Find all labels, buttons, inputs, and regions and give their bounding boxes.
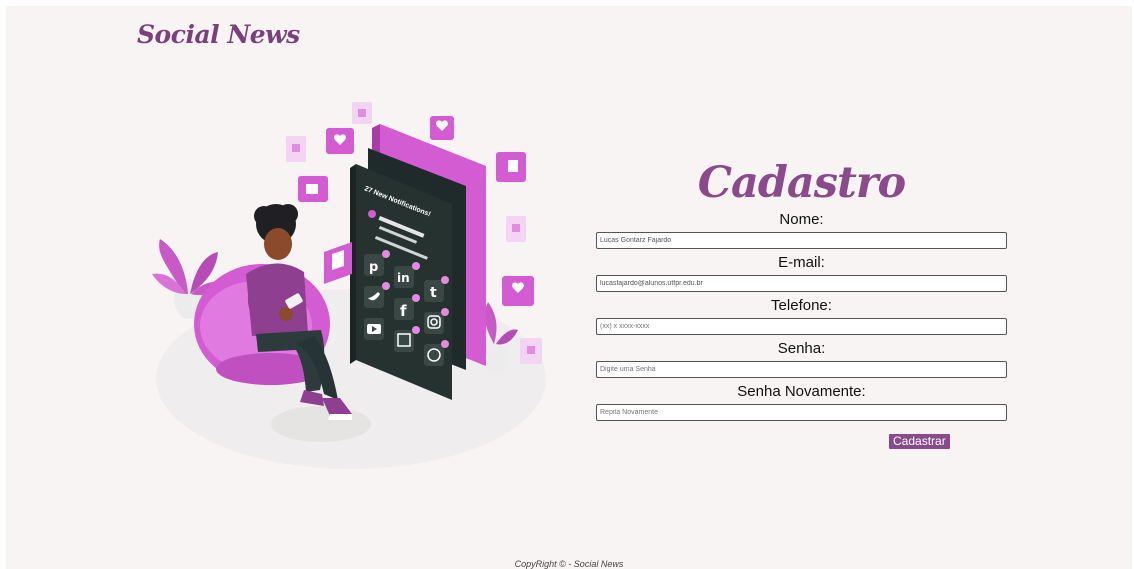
email-label: E-mail:: [778, 254, 825, 271]
submit-row: Cadastrar: [594, 425, 1009, 451]
name-label: Nome:: [779, 211, 824, 228]
phone-field[interactable]: [596, 318, 1007, 335]
svg-text:f: f: [400, 302, 407, 320]
confirm-password-field[interactable]: [596, 404, 1007, 421]
form-title: Cadastro: [697, 158, 906, 208]
page: Social News 27 New Notifications! p in t…: [6, 6, 1132, 569]
svg-text:in: in: [397, 271, 410, 285]
svg-text:p: p: [369, 260, 378, 275]
svg-text:t: t: [430, 285, 437, 301]
password-label: Senha:: [777, 340, 826, 357]
hero-illustration: 27 New Notifications! p in t f: [146, 94, 556, 479]
register-button[interactable]: Cadastrar: [889, 434, 950, 449]
email-field[interactable]: [596, 275, 1007, 292]
phone-label: Telefone:: [771, 297, 832, 314]
name-field[interactable]: [596, 232, 1007, 249]
brand-logo[interactable]: Social News: [137, 20, 300, 49]
person-with-phone-illustration: 27 New Notifications! p in t f: [152, 102, 546, 469]
phone-stack-illustration: 27 New Notifications! p in t f: [350, 124, 486, 400]
footer-copyright: CopyRight © - Social News: [514, 559, 624, 569]
confirm-password-label: Senha Novamente:: [737, 383, 866, 400]
youtube-icon: [364, 318, 384, 340]
signup-form: Cadastro Nome: E-mail: Telefone: Senha: …: [594, 156, 1009, 451]
password-field[interactable]: [596, 361, 1007, 378]
